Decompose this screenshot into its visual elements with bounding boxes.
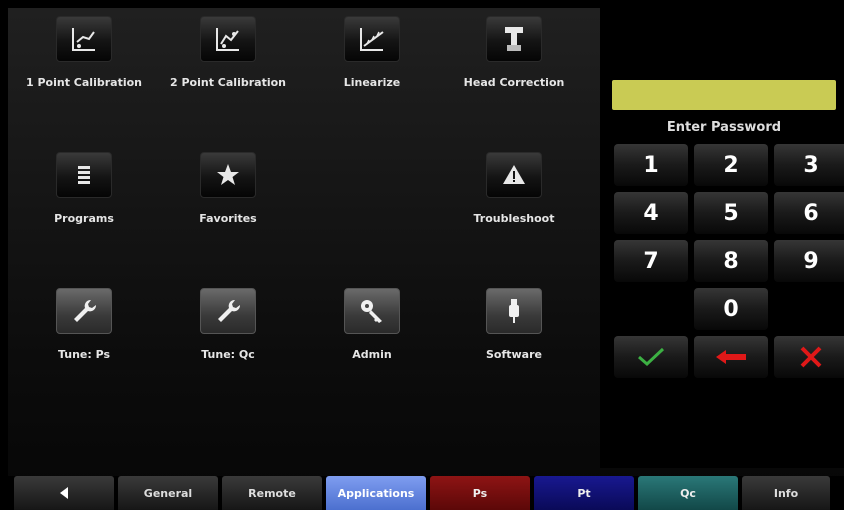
key-1[interactable]: 1: [614, 144, 688, 186]
app-head-correction[interactable]: Head Correction: [440, 10, 588, 128]
app-label: Admin: [352, 348, 392, 361]
two-point-calibration-icon: [216, 28, 239, 51]
app-software[interactable]: Software: [440, 282, 588, 400]
app-label: Linearize: [343, 76, 401, 89]
app-admin[interactable]: Admin: [298, 282, 446, 400]
app-label: Tune: Qc: [201, 348, 255, 361]
star-icon: [217, 164, 239, 185]
backspace-arrow-icon: [716, 350, 746, 364]
wrench-icon: [74, 299, 97, 322]
linearize-icon: [360, 28, 384, 51]
favorites-button[interactable]: [200, 152, 256, 198]
confirm-button[interactable]: [614, 336, 688, 378]
usb-icon: [509, 299, 519, 323]
password-keypad: Enter Password 1 2 3 4 5 6 7 8 9 0: [600, 8, 844, 468]
one-point-calibration-icon: [72, 28, 95, 51]
tab-bar: General Remote Applications Ps Pt Qc Inf…: [8, 476, 844, 510]
app-1-point-calibration[interactable]: 1 Point Calibration: [10, 10, 158, 128]
password-input[interactable]: [612, 80, 836, 110]
linearize-button[interactable]: [344, 16, 400, 62]
troubleshoot-button[interactable]: [486, 152, 542, 198]
key-icon: [361, 300, 382, 323]
key-7[interactable]: 7: [614, 240, 688, 282]
tab-applications[interactable]: Applications: [326, 476, 426, 510]
warning-icon: [503, 165, 525, 184]
head-correction-button[interactable]: [486, 16, 542, 62]
one-point-calibration-button[interactable]: [56, 16, 112, 62]
tab-general[interactable]: General: [118, 476, 218, 510]
app-label: Head Correction: [463, 76, 565, 89]
app-label: 1 Point Calibration: [26, 76, 142, 89]
backspace-button[interactable]: [694, 336, 768, 378]
screen: 1 Point Calibration 2 Point Calibration …: [8, 8, 844, 510]
admin-button[interactable]: [344, 288, 400, 334]
app-label: Favorites: [199, 212, 257, 225]
tab-remote[interactable]: Remote: [222, 476, 322, 510]
key-6[interactable]: 6: [774, 192, 844, 234]
app-tune-ps[interactable]: Tune: Ps: [10, 282, 158, 400]
app-tune-qc[interactable]: Tune: Qc: [154, 282, 302, 400]
two-point-calibration-button[interactable]: [200, 16, 256, 62]
tab-pt[interactable]: Pt: [534, 476, 634, 510]
app-troubleshoot[interactable]: Troubleshoot: [440, 146, 588, 264]
app-label: Programs: [54, 212, 114, 225]
programs-button[interactable]: [56, 152, 112, 198]
list-icon: [78, 166, 90, 184]
back-arrow-icon: [60, 487, 68, 499]
head-correction-icon: [505, 27, 523, 51]
app-favorites[interactable]: Favorites: [154, 146, 302, 264]
tune-qc-button[interactable]: [200, 288, 256, 334]
key-9[interactable]: 9: [774, 240, 844, 282]
app-linearize[interactable]: Linearize: [298, 10, 446, 128]
key-5[interactable]: 5: [694, 192, 768, 234]
key-3[interactable]: 3: [774, 144, 844, 186]
key-4[interactable]: 4: [614, 192, 688, 234]
tab-ps[interactable]: Ps: [430, 476, 530, 510]
app-label: 2 Point Calibration: [170, 76, 286, 89]
key-0[interactable]: 0: [694, 288, 768, 330]
tune-ps-button[interactable]: [56, 288, 112, 334]
key-8[interactable]: 8: [694, 240, 768, 282]
cancel-button[interactable]: [774, 336, 844, 378]
cancel-x-icon: [800, 346, 822, 368]
key-2[interactable]: 2: [694, 144, 768, 186]
tab-back[interactable]: [14, 476, 114, 510]
app-2-point-calibration[interactable]: 2 Point Calibration: [154, 10, 302, 128]
password-prompt: Enter Password: [666, 120, 782, 135]
checkmark-icon: [638, 347, 665, 367]
tab-qc[interactable]: Qc: [638, 476, 738, 510]
app-label: Software: [486, 348, 542, 361]
wrench-icon: [218, 299, 241, 322]
app-label: Tune: Ps: [57, 348, 111, 361]
tab-info[interactable]: Info: [742, 476, 830, 510]
app-programs[interactable]: Programs: [10, 146, 158, 264]
software-button[interactable]: [486, 288, 542, 334]
app-label: Troubleshoot: [473, 212, 555, 225]
